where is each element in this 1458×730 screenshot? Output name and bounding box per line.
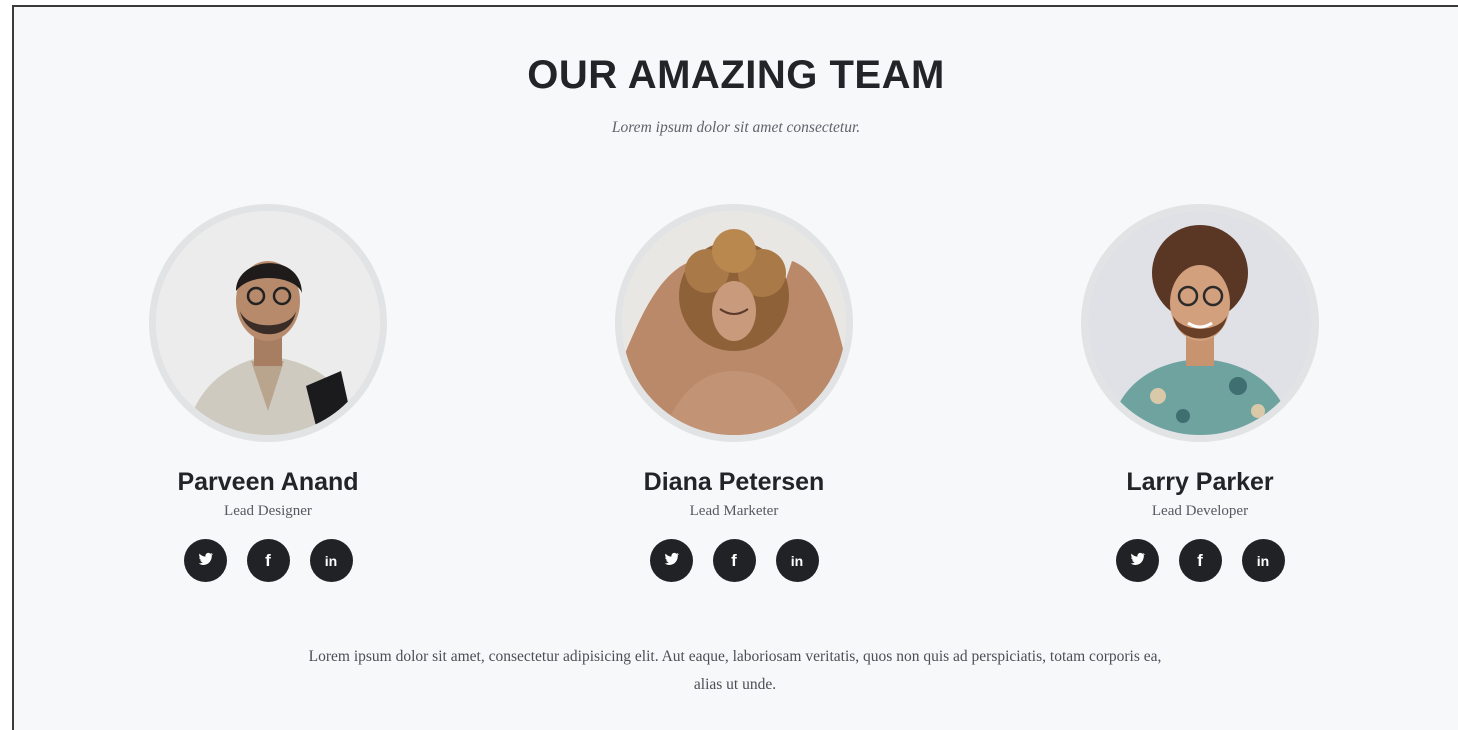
avatar-photo-parveen xyxy=(156,211,380,435)
twitter-icon xyxy=(663,550,680,572)
twitter-button[interactable] xyxy=(649,539,693,582)
member-role: Lead Developer xyxy=(1151,503,1249,519)
twitter-button[interactable] xyxy=(183,539,227,582)
twitter-icon xyxy=(197,550,214,572)
footer-description: Lorem ipsum dolor sit amet, consectetur … xyxy=(308,648,1162,693)
facebook-icon: f xyxy=(1197,550,1203,570)
social-links: f in xyxy=(1050,539,1350,582)
team-section: OUR AMAZING TEAM Lorem ipsum dolor sit a… xyxy=(12,5,1458,730)
twitter-button[interactable] xyxy=(1115,539,1159,582)
linkedin-icon: in xyxy=(324,552,338,569)
avatar-photo-larry xyxy=(1088,211,1312,435)
team-member-card: Larry Parker Lead Developer f in xyxy=(1050,204,1350,582)
member-name: Parveen Anand xyxy=(177,468,359,496)
avatar-photo-diana xyxy=(622,211,846,435)
section-title: OUR AMAZING TEAM xyxy=(527,53,945,97)
linkedin-icon: in xyxy=(1256,552,1270,569)
facebook-button[interactable]: f xyxy=(246,539,290,582)
linkedin-button[interactable]: in xyxy=(309,539,353,582)
facebook-button[interactable]: f xyxy=(712,539,756,582)
member-role: Lead Marketer xyxy=(689,503,779,519)
team-member-card: Diana Petersen Lead Marketer f in xyxy=(584,204,884,582)
member-role: Lead Designer xyxy=(224,503,312,519)
avatar xyxy=(615,204,853,442)
twitter-icon xyxy=(1129,550,1146,572)
team-member-card: Parveen Anand Lead Designer f in xyxy=(118,204,418,582)
avatar xyxy=(149,204,387,442)
linkedin-button[interactable]: in xyxy=(775,539,819,582)
facebook-button[interactable]: f xyxy=(1178,539,1222,582)
section-subtitle: Lorem ipsum dolor sit amet consectetur. xyxy=(611,119,861,136)
member-name: Diana Petersen xyxy=(643,468,825,496)
facebook-icon: f xyxy=(265,550,271,570)
member-name: Larry Parker xyxy=(1126,468,1274,496)
avatar xyxy=(1081,204,1319,442)
linkedin-button[interactable]: in xyxy=(1241,539,1285,582)
linkedin-icon: in xyxy=(790,552,804,569)
social-links: f in xyxy=(584,539,884,582)
social-links: f in xyxy=(118,539,418,582)
facebook-icon: f xyxy=(731,550,737,570)
